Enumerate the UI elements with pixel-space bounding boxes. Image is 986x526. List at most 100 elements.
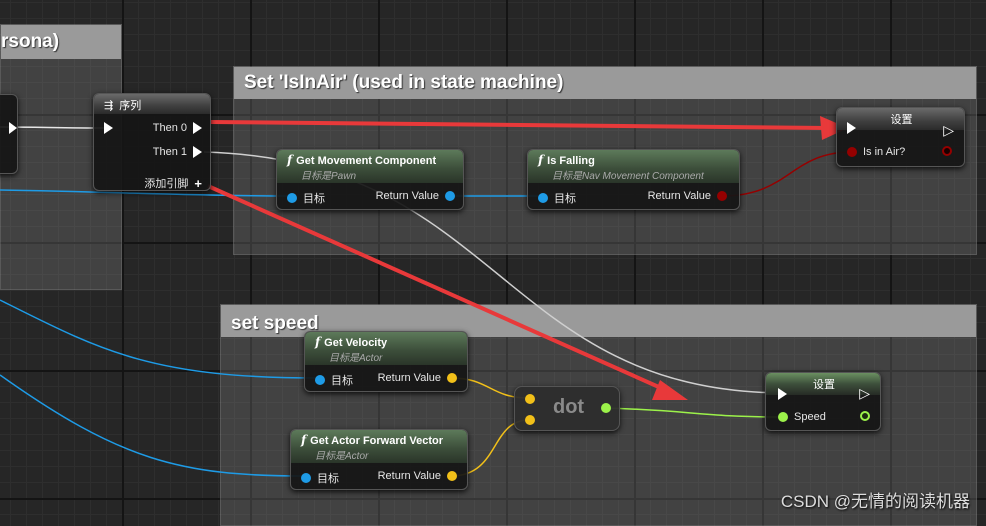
- set-is-in-air-node[interactable]: 设置 ▷ Is in Air?: [836, 107, 965, 167]
- pin-label: Return Value: [375, 190, 439, 202]
- pin-label: Then 1: [152, 146, 187, 158]
- pin-label: 目标: [554, 193, 576, 205]
- sequence-then0-pin[interactable]: Then 0: [153, 122, 202, 134]
- wire-bool: [721, 151, 853, 197]
- pin-label: 目标: [317, 473, 339, 485]
- object-pin-icon: [445, 191, 455, 201]
- bool-pin-icon: [717, 191, 727, 201]
- exec-out-hollow-icon: ▷: [943, 122, 954, 138]
- object-pin-icon: [315, 375, 325, 385]
- function-icon: f: [287, 153, 293, 167]
- node-header: f Get Movement Component 目标是Pawn: [277, 150, 463, 183]
- sequence-then1-pin[interactable]: Then 1: [153, 146, 202, 158]
- function-icon: f: [315, 335, 321, 349]
- bool-pin-icon: [847, 147, 857, 157]
- exec-out-pin[interactable]: ▷: [859, 385, 870, 402]
- target-pin[interactable]: 目标: [315, 372, 353, 388]
- speed-pin[interactable]: Speed: [778, 411, 826, 423]
- node-header: f Is Falling 目标是Nav Movement Component: [528, 150, 739, 183]
- float-pin-icon: [778, 412, 788, 422]
- node-title: Get Actor Forward Vector: [310, 435, 444, 447]
- plus-icon: +: [194, 175, 202, 191]
- wire-object: [0, 299, 319, 379]
- object-pin-icon: [538, 193, 548, 203]
- sequence-title: 序列: [119, 100, 142, 112]
- target-pin[interactable]: 目标: [301, 470, 339, 486]
- wire-float: [602, 407, 785, 418]
- annotation-arrow: [209, 120, 829, 130]
- target-pin[interactable]: 目标: [538, 190, 576, 206]
- exec-out-icon: [193, 146, 202, 158]
- target-pin[interactable]: 目标: [287, 190, 325, 206]
- wire-layer: [0, 116, 853, 477]
- pin-label: Speed: [794, 411, 826, 423]
- return-value-pin[interactable]: Return Value: [376, 190, 455, 202]
- node-title: Is Falling: [547, 155, 595, 167]
- vector-pin-icon: [525, 394, 535, 404]
- vector-pin-icon: [447, 373, 457, 383]
- pin-label: Return Value: [377, 470, 441, 482]
- wire-object: [0, 374, 305, 477]
- exec-out-pin[interactable]: [9, 122, 17, 134]
- function-icon: f: [301, 433, 307, 447]
- speed-out-pin[interactable]: [860, 411, 870, 421]
- exec-out-hollow-icon: ▷: [859, 385, 870, 401]
- is-in-air-out-pin[interactable]: [942, 146, 952, 156]
- exec-in-icon: [104, 122, 113, 134]
- node-title: Get Velocity: [324, 337, 388, 349]
- partial-node[interactable]: [0, 94, 18, 174]
- is-in-air-pin[interactable]: Is in Air?: [847, 146, 905, 158]
- exec-out-pin[interactable]: ▷: [943, 122, 954, 138]
- pin-label: 目标: [303, 193, 325, 205]
- dot-title: dot: [553, 396, 585, 418]
- annotation-arrow-head: [652, 380, 688, 400]
- return-value-pin[interactable]: Return Value: [648, 190, 727, 202]
- exec-in-icon: [778, 388, 787, 400]
- bool-out-pin-icon: [942, 146, 952, 156]
- sequence-icon: ⇶: [104, 100, 114, 112]
- pin-label: Then 0: [152, 122, 187, 134]
- node-title: Get Movement Component: [296, 155, 437, 167]
- object-pin-icon: [301, 473, 311, 483]
- node-subtitle: 目标是Pawn: [301, 171, 357, 182]
- node-subtitle: 目标是Actor: [315, 451, 369, 462]
- watermark: CSDN @无情的阅读机器: [780, 492, 970, 511]
- node-title: 设置: [813, 379, 835, 391]
- set-speed-node[interactable]: 设置 ▷ Speed: [765, 372, 881, 431]
- node-header: f Get Actor Forward Vector 目标是Actor: [291, 430, 467, 463]
- pin-label: Return Value: [377, 372, 441, 384]
- object-pin-icon: [287, 193, 297, 203]
- exec-in-icon: [847, 122, 856, 134]
- float-pin-icon: [601, 403, 611, 413]
- dot-product-node[interactable]: dot: [514, 386, 620, 431]
- exec-in-pin[interactable]: [847, 122, 856, 134]
- vector-pin-icon: [525, 415, 535, 425]
- exec-in-pin[interactable]: [778, 388, 787, 400]
- is-falling-node[interactable]: f Is Falling 目标是Nav Movement Component 目标…: [527, 149, 740, 210]
- pin-label: Is in Air?: [863, 146, 906, 158]
- float-out-pin-icon: [860, 411, 870, 421]
- float-out-pin[interactable]: [601, 403, 611, 413]
- add-pin-button[interactable]: 添加引脚 +: [144, 175, 202, 191]
- add-pin-label: 添加引脚: [144, 178, 189, 190]
- vector-a-pin[interactable]: [525, 394, 535, 404]
- sequence-node[interactable]: ⇶ 序列 Then 0 Then 1 添加引脚 +: [93, 93, 211, 191]
- exec-arrow-icon: [9, 122, 17, 134]
- sequence-exec-in[interactable]: [104, 122, 113, 134]
- node-header: f Get Velocity 目标是Actor: [305, 332, 467, 365]
- node-title: 设置: [890, 114, 913, 126]
- get-velocity-node[interactable]: f Get Velocity 目标是Actor 目标 Return Value: [304, 331, 468, 392]
- vector-b-pin[interactable]: [525, 415, 535, 425]
- get-movement-component-node[interactable]: f Get Movement Component 目标是Pawn 目标 Retur…: [276, 149, 464, 210]
- node-subtitle: 目标是Actor: [329, 353, 383, 364]
- get-actor-forward-vector-node[interactable]: f Get Actor Forward Vector 目标是Actor 目标 Re…: [290, 429, 468, 490]
- vector-pin-icon: [447, 471, 457, 481]
- function-icon: f: [538, 153, 544, 167]
- exec-out-icon: [193, 122, 202, 134]
- return-value-pin[interactable]: Return Value: [378, 372, 457, 384]
- pin-label: 目标: [331, 375, 353, 387]
- pin-label: Return Value: [647, 190, 711, 202]
- sequence-header: ⇶ 序列: [94, 94, 210, 114]
- return-value-pin[interactable]: Return Value: [378, 470, 457, 482]
- node-subtitle: 目标是Nav Movement Component: [552, 171, 704, 182]
